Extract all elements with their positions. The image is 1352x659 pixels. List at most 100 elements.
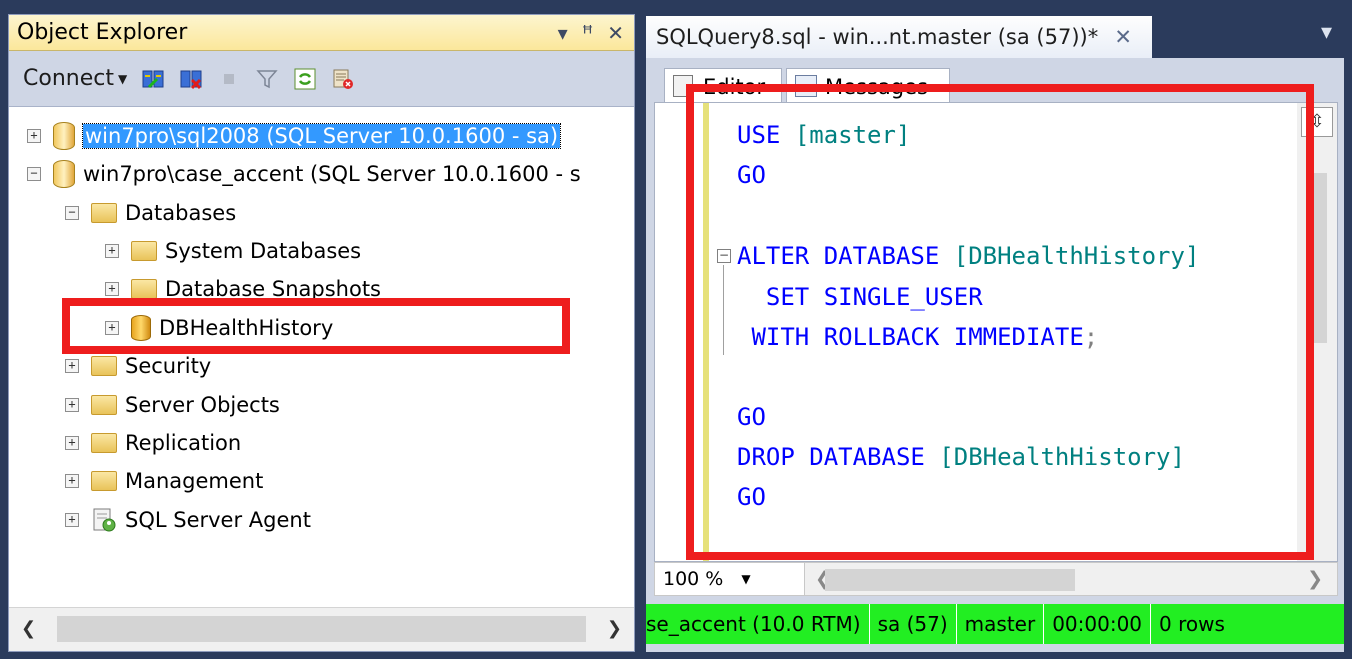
tree-node-label: Databases — [125, 201, 237, 225]
chevron-down-icon: ▼ — [741, 572, 751, 586]
scroll-right-icon[interactable]: ❯ — [1307, 568, 1323, 590]
object-explorer-tree: + win7pro\sql2008 (SQL Server 10.0.1600 … — [9, 107, 634, 607]
sql-code-editor[interactable]: USE [master] GO ALTER DATABASE [DBHealth… — [654, 102, 1338, 562]
code-line: GO — [737, 403, 766, 431]
connect-server-icon[interactable] — [141, 67, 165, 91]
tree-node-management[interactable]: + Management — [65, 464, 263, 498]
tree-node-label: Management — [125, 469, 264, 493]
status-row-count: 0 rows — [1150, 604, 1233, 644]
server-icon — [53, 122, 75, 150]
fold-guide-line — [723, 265, 724, 355]
close-tab-icon[interactable]: ✕ — [1114, 16, 1132, 58]
tab-sqlquery8[interactable]: SQLQuery8.sql - win...nt.master (sa (57)… — [646, 16, 1152, 58]
status-elapsed-time: 00:00:00 — [1043, 604, 1150, 644]
tab-list-dropdown-icon[interactable]: ▾ — [1321, 20, 1332, 45]
folder-icon — [131, 279, 157, 299]
code-line: ALTER DATABASE [DBHealthHistory] — [737, 242, 1200, 270]
tree-node-server-objects[interactable]: + Server Objects — [65, 388, 280, 422]
expand-icon[interactable]: + — [65, 436, 79, 450]
folder-icon — [131, 241, 157, 261]
tree-node-replication[interactable]: + Replication — [65, 426, 241, 460]
tree-node-security[interactable]: + Security — [65, 349, 211, 383]
scrollbar-thumb[interactable] — [1307, 173, 1327, 343]
scroll-left-icon[interactable]: ❮ — [21, 618, 36, 639]
status-server: se_accent (10.0 RTM) — [646, 612, 861, 636]
object-explorer-details-icon[interactable] — [331, 67, 355, 91]
query-editor-pane: Editor Messages USE [master] GO ALTER DA… — [646, 58, 1344, 652]
expand-icon[interactable]: + — [65, 359, 79, 373]
tree-node-label: SQL Server Agent — [125, 508, 311, 532]
disconnect-server-icon[interactable] — [179, 67, 203, 91]
tab-editor[interactable]: Editor — [664, 68, 782, 104]
connect-label: Connect — [23, 66, 114, 91]
tab-messages[interactable]: Messages — [786, 68, 950, 104]
tab-label: Messages — [825, 75, 928, 99]
code-line: GO — [737, 161, 766, 189]
expand-icon[interactable]: + — [65, 513, 79, 527]
close-icon[interactable]: ✕ — [607, 15, 624, 51]
code-line: DROP DATABASE [DBHealthHistory] — [737, 443, 1185, 471]
status-user: sa (57) — [868, 604, 956, 644]
tree-node-dbhealthhistory[interactable]: + DBHealthHistory — [105, 311, 333, 345]
tree-node-sql-server-agent[interactable]: + SQL Server Agent — [65, 503, 311, 537]
code-line: WITH ROLLBACK IMMEDIATE; — [737, 323, 1099, 351]
editor-vertical-scrollbar[interactable]: ⇳ — [1297, 103, 1337, 561]
tree-node-label: System Databases — [165, 239, 362, 263]
tree-node-label: Security — [125, 354, 212, 378]
editor-bottom-bar: 100 % ▼ ❮ ❯ — [654, 562, 1338, 596]
folder-icon — [91, 471, 117, 491]
filter-icon[interactable] — [255, 67, 279, 91]
tree-node-label: win7pro\sql2008 (SQL Server 10.0.1600 - … — [81, 123, 562, 149]
horizontal-scrollbar[interactable]: ❮ ❯ — [9, 607, 634, 651]
tree-node-label: Database Snapshots — [165, 277, 381, 301]
collapse-region-icon[interactable]: − — [717, 249, 731, 263]
expand-icon[interactable]: + — [65, 398, 79, 412]
server-icon — [53, 160, 75, 188]
window-position-dropdown-icon[interactable]: ▾ — [558, 15, 568, 51]
tree-node-label: win7pro\case_accent (SQL Server 10.0.160… — [83, 162, 581, 186]
editor-icon — [673, 75, 693, 97]
object-explorer-toolbar: Connect ▼ — [9, 51, 634, 107]
expand-icon[interactable]: + — [105, 244, 119, 258]
tree-node-label: DBHealthHistory — [159, 316, 334, 340]
database-icon — [131, 315, 151, 341]
scrollbar-thumb[interactable] — [825, 569, 1075, 591]
auto-hide-pin-icon[interactable]: ꟸ — [582, 15, 594, 51]
tree-node-system-databases[interactable]: + System Databases — [105, 234, 361, 268]
zoom-selector[interactable]: 100 % ▼ — [655, 563, 805, 595]
collapse-icon[interactable]: − — [27, 167, 41, 181]
object-explorer-title: Object Explorer — [17, 20, 188, 45]
tree-node-server-case-accent[interactable]: − win7pro\case_accent (SQL Server 10.0.1… — [27, 157, 581, 191]
messages-icon — [795, 75, 817, 97]
expand-icon[interactable]: + — [65, 474, 79, 488]
connect-button[interactable]: Connect ▼ — [23, 66, 127, 91]
object-explorer-panel: Object Explorer ▾ ꟸ ✕ Connect ▼ + win7pr… — [8, 14, 635, 652]
tree-node-database-snapshots[interactable]: + Database Snapshots — [105, 272, 381, 306]
code-line: SET SINGLE_USER — [737, 283, 983, 311]
stop-icon[interactable] — [217, 67, 241, 91]
scrollbar-thumb[interactable] — [57, 616, 586, 642]
zoom-level: 100 % — [663, 568, 724, 590]
code-line: USE [master] — [737, 121, 911, 149]
folder-icon — [91, 433, 117, 453]
status-database: master — [955, 604, 1044, 644]
tree-node-server-sql2008[interactable]: + win7pro\sql2008 (SQL Server 10.0.1600 … — [27, 119, 562, 153]
folder-icon — [91, 395, 117, 415]
document-tab-bar: SQLQuery8.sql - win...nt.master (sa (57)… — [642, 14, 1352, 58]
tab-title: SQLQuery8.sql - win...nt.master (sa (57)… — [656, 25, 1099, 49]
scroll-right-icon[interactable]: ❯ — [607, 618, 622, 639]
expand-icon[interactable]: + — [105, 282, 119, 296]
expand-icon[interactable]: + — [105, 321, 119, 335]
object-explorer-title-bar: Object Explorer ▾ ꟸ ✕ — [9, 15, 634, 51]
folder-icon — [91, 356, 117, 376]
tree-node-label: Replication — [125, 431, 242, 455]
collapse-icon[interactable]: − — [65, 206, 79, 220]
refresh-icon[interactable] — [293, 67, 317, 91]
split-editor-icon[interactable]: ⇳ — [1301, 107, 1333, 137]
expand-icon[interactable]: + — [27, 129, 41, 143]
change-tracking-margin — [703, 103, 709, 561]
code-line: GO — [737, 483, 766, 511]
tree-node-databases[interactable]: − Databases — [65, 196, 236, 230]
chevron-down-icon: ▼ — [117, 71, 128, 86]
sql-server-agent-icon — [93, 508, 116, 532]
